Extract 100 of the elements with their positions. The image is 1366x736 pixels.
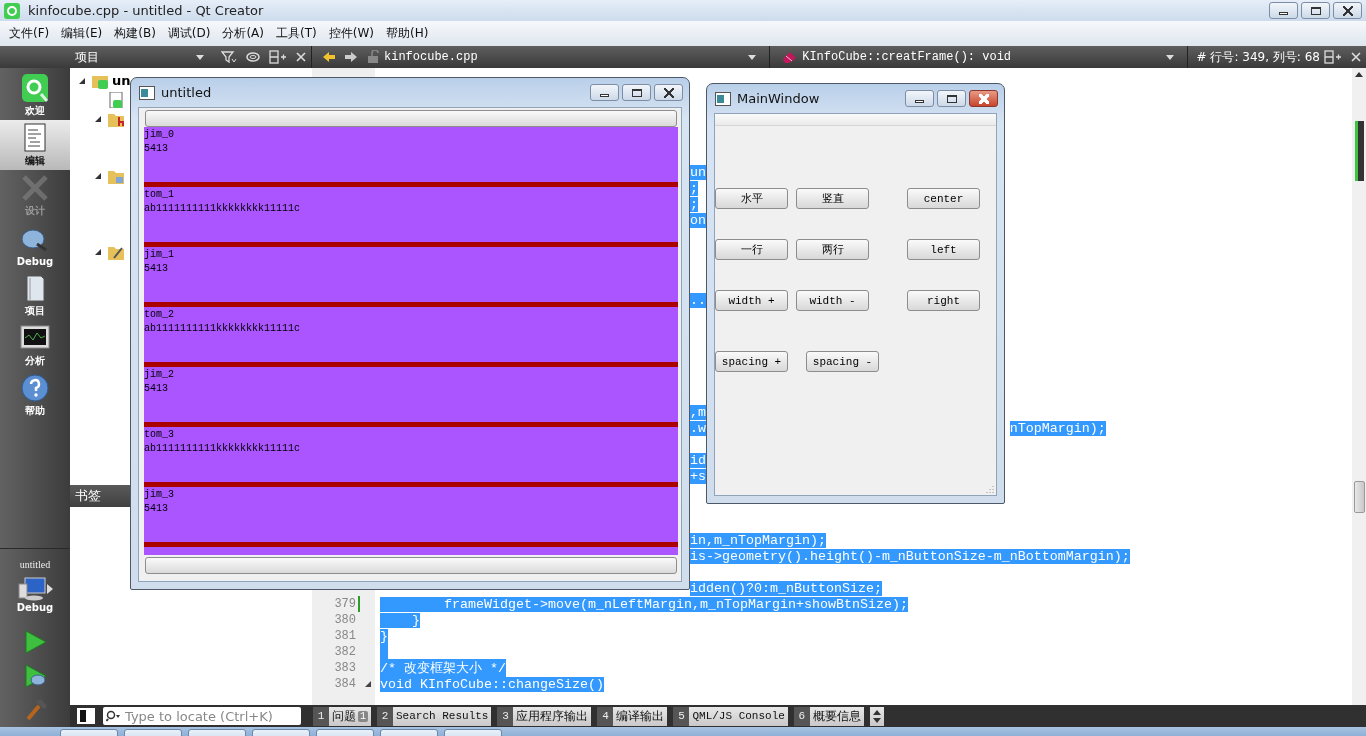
code-text: void KInfoCube::changeSize() [380,676,604,692]
item-name: jim_1 [144,248,175,262]
push-button[interactable]: 竖直 [796,188,869,209]
locate-field[interactable]: Type to locate (Ctrl+K) [103,707,301,725]
push-button[interactable]: right [907,290,980,311]
line-number: 381 [333,629,356,643]
code-text: } [380,612,420,628]
project-file-icon [108,91,124,108]
window-title: kinfocube.cpp - untitled - Qt Creator [28,3,264,18]
item-value: 5413 [144,382,169,396]
item-name: jim_3 [144,488,175,502]
view-selector[interactable]: 项目 [75,46,217,68]
search-icon [106,710,122,722]
maximize-button[interactable] [1301,2,1330,19]
close-icon[interactable] [1350,51,1362,63]
caret-icon [1165,52,1176,62]
run-icon[interactable] [22,629,48,655]
sidebar-toggle-button[interactable] [77,708,95,724]
computer-icon [17,576,47,602]
mode-tab[interactable]: 项目 [0,270,70,320]
back-arrow-icon[interactable] [322,51,336,63]
expand-arrow-icon[interactable] [94,171,102,180]
menu-item[interactable]: 编辑(E) [55,25,109,42]
item-value: ab1111111111kkkkkkkk11111c [144,442,302,456]
split-icon[interactable] [1324,50,1342,64]
tree-item-label[interactable]: un [112,73,131,88]
window-title: untitled [161,85,213,100]
push-button[interactable]: width + [715,290,788,311]
link-icon[interactable] [245,50,261,64]
push-button[interactable]: 水平 [715,188,788,209]
app-icon [4,2,20,19]
mode-tab[interactable]: 分析 [0,320,70,370]
minimize-button[interactable] [1269,2,1298,19]
fold-arrow-icon[interactable] [363,680,372,688]
lock-icon [366,50,380,64]
push-button[interactable] [145,110,677,127]
caret-icon [195,52,205,62]
line-number: 380 [333,613,356,627]
close-button[interactable] [1333,2,1362,19]
menu-item[interactable]: 控件(W) [322,25,380,42]
menu-item[interactable]: 构建(B) [108,25,162,42]
project-name: untitled [18,559,52,570]
push-button[interactable]: spacing - [806,351,879,372]
kit-selector[interactable]: Debug [0,576,70,613]
qt-logo-icon [19,72,51,104]
push-button[interactable]: 两行 [796,239,869,260]
push-button[interactable]: width - [796,290,869,311]
code-text: is->geometry().height()-m_nButtonSize-m_nBottomMargin); [689,548,1130,564]
code-text: /* 改变框架大小 */ [380,659,506,677]
code-text: } [380,628,388,644]
menu-item[interactable]: 分析(A) [216,25,270,42]
mode-tab[interactable]: 帮助 [0,370,70,420]
filter-icon[interactable] [221,50,237,64]
window-title: MainWindow [737,91,821,106]
item-value: ab1111111111kkkkkkkk11111c [144,202,302,216]
code-text: frameWidget->move(m_nLeftMargin,m_nTopMargin+showBtnSize); [380,596,908,612]
eraser-icon [782,50,799,64]
hash-label: # [1196,50,1207,64]
mode-tab[interactable]: Debug [0,220,70,270]
close-button[interactable] [969,90,998,107]
minimize-button[interactable] [905,90,934,107]
close-button[interactable] [654,84,683,101]
up-down-arrow-icon [872,709,881,723]
forward-arrow-icon[interactable] [344,51,358,63]
caret-icon [747,52,758,62]
maximize-button[interactable] [622,84,651,101]
maximize-button[interactable] [937,90,966,107]
window-icon [139,85,155,100]
menu-item[interactable]: 调试(D) [161,25,217,42]
code-text: nTopMargin); [1009,420,1106,436]
push-button[interactable]: center [907,188,980,209]
expand-arrow-icon[interactable] [94,114,102,123]
close-icon[interactable] [295,51,307,63]
menu-item[interactable]: 文件(F) [3,25,56,42]
item-value: ab1111111111kkkkkkkk11111c [144,322,302,336]
code-text: idden()?0:m_nButtonSize; [689,580,882,596]
mode-tab[interactable]: 欢迎 [0,70,70,120]
item-name: tom_3 [144,428,175,442]
count-badge: 1 [358,710,368,722]
menu-item[interactable]: 工具(T) [270,25,323,42]
resize-grip-icon[interactable] [986,485,994,493]
debug-run-icon[interactable] [22,663,48,689]
item-name: tom_1 [144,188,175,202]
push-button[interactable]: spacing + [715,351,788,372]
item-name: jim_0 [144,128,175,142]
push-button[interactable]: left [907,239,980,260]
cursor-position: 行号: 349, 列号: 68 [1210,48,1320,66]
pane-spinner[interactable] [869,706,884,726]
expand-arrow-icon[interactable] [94,247,102,256]
mode-tab[interactable]: 编辑 [0,120,70,170]
line-number: 384 [333,677,356,691]
item-value: 5413 [144,142,169,156]
minimize-button[interactable] [590,84,619,101]
line-number: 383 [333,661,356,675]
push-button[interactable] [145,557,677,574]
menu-item[interactable]: 帮助(H) [379,25,435,42]
expand-arrow-icon[interactable] [78,76,86,85]
push-button[interactable]: 一行 [715,239,788,260]
split-icon[interactable] [269,50,287,64]
line-number: 382 [333,645,356,659]
